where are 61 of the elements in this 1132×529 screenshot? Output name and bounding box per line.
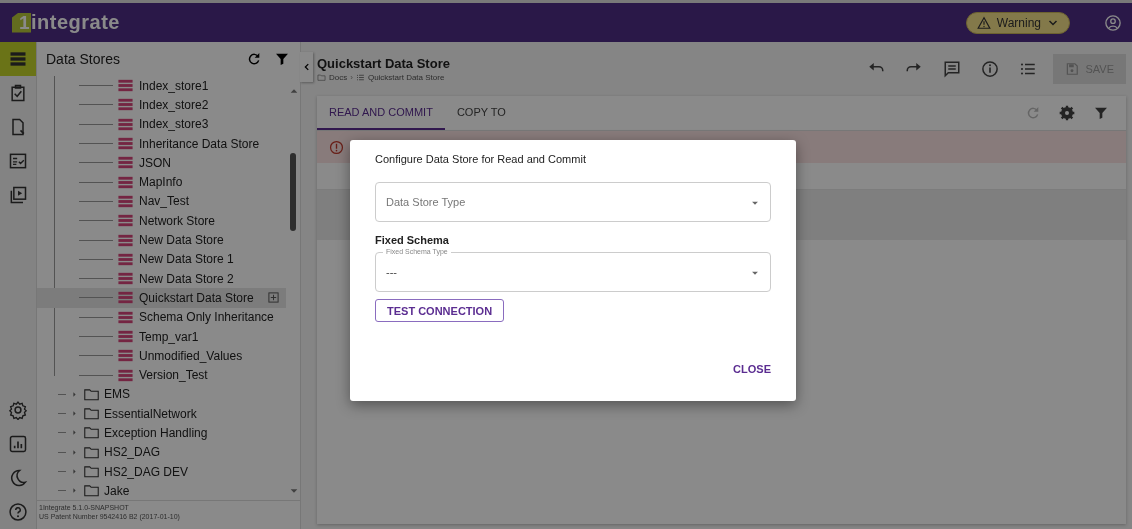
collapse-button[interactable] (300, 52, 313, 82)
tree-item[interactable]: Jake (37, 481, 286, 500)
tree-item[interactable]: HS2_DAG (37, 442, 286, 462)
filter-icon[interactable] (274, 51, 290, 67)
tree-item[interactable]: EMS (37, 384, 286, 405)
breadcrumb-separator: › (350, 73, 353, 82)
play-icon (8, 185, 28, 205)
tree-item[interactable]: Version_Test (37, 365, 286, 385)
section-heading: Fixed Schema (375, 234, 450, 246)
tree-item[interactable]: JSON (37, 153, 286, 173)
breadcrumb-link[interactable]: Quickstart Data Store (367, 73, 445, 82)
add-icon[interactable] (267, 291, 280, 305)
info-icon[interactable] (981, 60, 1000, 78)
tree-item[interactable]: Exception Handling (37, 423, 286, 443)
settings-icon[interactable] (8, 400, 28, 420)
tree-item[interactable]: Index_store3 (37, 114, 286, 134)
database-icon (117, 328, 134, 345)
list-icon (8, 49, 28, 69)
tree-item[interactable]: New Data Store 2 (37, 268, 286, 289)
tree-item[interactable]: HS2_DAG DEV (37, 461, 286, 482)
tree-item[interactable]: Nav_Test (37, 191, 286, 212)
tree-item[interactable]: New Data Store 1 (37, 249, 286, 269)
tree-item[interactable]: Index_store1 (37, 76, 286, 96)
save-icon (1065, 62, 1080, 76)
tree-item[interactable]: MapInfo (37, 172, 286, 192)
tree-item[interactable]: Network Store (37, 211, 286, 231)
clipboard-icon (8, 83, 28, 103)
tree-item[interactable]: New Data Store (37, 230, 286, 250)
folder-icon (317, 73, 326, 82)
dialog-title: Configure Data Store for Read and Commit (375, 153, 587, 165)
tree-item[interactable]: Schema Only Inheritance (37, 307, 286, 327)
settings-icon[interactable] (1059, 105, 1075, 121)
tree-item[interactable]: Temp_var1 (37, 326, 286, 347)
comment-icon[interactable] (943, 60, 962, 78)
warning-icon (976, 15, 991, 30)
close-button[interactable]: CLOSE (733, 359, 771, 379)
logo-mark: 1 (12, 12, 31, 33)
tree-item[interactable]: Unmodified_Values (37, 346, 286, 366)
list-icon (355, 73, 365, 82)
logo-text: integrate (31, 11, 120, 34)
rail-tab[interactable] (0, 42, 36, 76)
breadcrumb-link[interactable]: Docs (329, 73, 348, 82)
chart-icon[interactable] (8, 434, 28, 454)
scrollbar-thumb[interactable] (290, 153, 296, 231)
moon-icon[interactable] (8, 468, 28, 488)
panel-title: Data Stores (46, 51, 121, 67)
warning-button[interactable]: Warning (965, 11, 1070, 34)
filter-icon[interactable] (1093, 105, 1109, 121)
refresh-icon[interactable] (246, 51, 262, 67)
tree-item[interactable]: Quickstart Data Store (37, 288, 286, 308)
user-icon[interactable] (1104, 13, 1122, 32)
data-store-type-select[interactable]: Data Store Type (375, 182, 771, 222)
tab[interactable]: COPY TO (444, 96, 518, 130)
checklist-icon (8, 151, 28, 171)
tree-item[interactable]: EssentialNetwork (37, 404, 286, 424)
help-icon[interactable] (8, 502, 28, 522)
test-connection-button[interactable]: TEST CONNECTION (375, 299, 505, 322)
tree-item[interactable]: Inheritance Data Store (37, 133, 286, 154)
alert-icon (329, 139, 344, 155)
page-title: Quickstart Data Store (317, 56, 451, 71)
tree-item[interactable]: Index_store2 (37, 95, 286, 115)
